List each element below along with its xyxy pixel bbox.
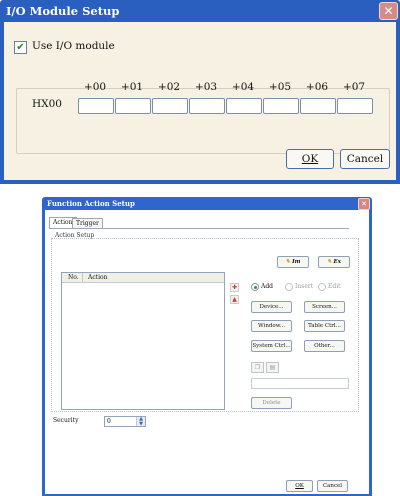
import-icon: ✎ — [285, 259, 291, 265]
tab-divider — [49, 228, 349, 229]
cancel-button[interactable]: Cancel — [340, 149, 390, 169]
window-button[interactable]: Window... — [251, 320, 292, 332]
column-action: Action — [88, 274, 108, 281]
function-action-setup-dialog: Function Action Setup ✕ Action Trigger A… — [42, 197, 372, 496]
use-io-module-checkbox[interactable]: ✔ — [14, 41, 27, 54]
move-up-icon[interactable]: ▲ — [230, 295, 239, 304]
offset-label: +05 — [268, 81, 292, 93]
offset-label: +07 — [342, 81, 366, 93]
dialog-title: I/O Module Setup — [6, 4, 120, 18]
close-icon[interactable]: ✕ — [358, 198, 370, 210]
offset-label: +04 — [231, 81, 255, 93]
dialog-body: ✔ Use I/O module +00 +01 +02 +03 +04 +05… — [4, 22, 396, 180]
cancel-button[interactable]: Cancel — [317, 480, 348, 492]
ok-button[interactable]: OK — [286, 480, 313, 492]
io-module-setup-dialog: I/O Module Setup ✕ ✔ Use I/O module +00 … — [0, 0, 400, 184]
radio-insert[interactable] — [285, 283, 293, 291]
dialog-title: Function Action Setup — [47, 199, 135, 208]
module-slot-06[interactable] — [300, 98, 336, 114]
security-stepper[interactable]: 0 ▲ ▼ — [104, 416, 146, 427]
module-slot-05[interactable] — [263, 98, 299, 114]
radio-edit[interactable] — [318, 283, 326, 291]
paste-icon[interactable]: ▤ — [266, 362, 279, 373]
offset-label: +03 — [194, 81, 218, 93]
tab-trigger[interactable]: Trigger — [72, 218, 103, 228]
offset-label: +06 — [305, 81, 329, 93]
radio-add-label: Add — [261, 283, 274, 290]
column-no: No. — [68, 274, 79, 281]
screen-button[interactable]: Screen... — [304, 301, 345, 313]
copy-icon[interactable]: ❐ — [251, 362, 264, 373]
other-button[interactable]: Other... — [304, 340, 345, 352]
export-icon: ✎ — [326, 259, 332, 265]
move-down-icon[interactable]: ✚ — [230, 283, 239, 292]
ok-button[interactable]: OK — [286, 149, 334, 169]
column-divider — [82, 273, 83, 282]
action-parameter-field[interactable] — [251, 378, 349, 389]
module-slot-07[interactable] — [337, 98, 373, 114]
action-list-header: No. Action — [62, 273, 224, 283]
import-button[interactable]: ✎ Im — [277, 256, 309, 268]
module-slot-00[interactable] — [78, 98, 114, 114]
system-ctrl-button[interactable]: System Ctrl... — [251, 340, 292, 352]
offset-label: +02 — [157, 81, 181, 93]
action-list[interactable]: No. Action — [61, 272, 225, 410]
module-slot-02[interactable] — [152, 98, 188, 114]
use-io-module-label: Use I/O module — [32, 40, 115, 52]
table-ctrl-button[interactable]: Table Ctrl... — [304, 320, 345, 332]
spin-updown-icon[interactable]: ▲ ▼ — [136, 417, 145, 426]
close-icon[interactable]: ✕ — [379, 2, 398, 20]
dialog-body: Action Trigger Action Setup ✎ Im ✎ Ex No… — [45, 210, 369, 494]
module-slot-03[interactable] — [189, 98, 225, 114]
module-slot-01[interactable] — [115, 98, 151, 114]
module-slot-04[interactable] — [226, 98, 262, 114]
export-button[interactable]: ✎ Ex — [318, 256, 350, 268]
row-label-hx00: HX00 — [32, 98, 62, 110]
offset-label: +01 — [120, 81, 144, 93]
device-button[interactable]: Device... — [251, 301, 292, 313]
radio-edit-label: Edit — [328, 283, 341, 290]
security-value: 0 — [107, 418, 111, 425]
radio-add[interactable] — [251, 283, 259, 291]
delete-button[interactable]: Delete — [251, 397, 292, 409]
offset-label: +00 — [83, 81, 107, 93]
radio-insert-label: Insert — [295, 283, 314, 290]
security-label: Security — [53, 417, 79, 424]
